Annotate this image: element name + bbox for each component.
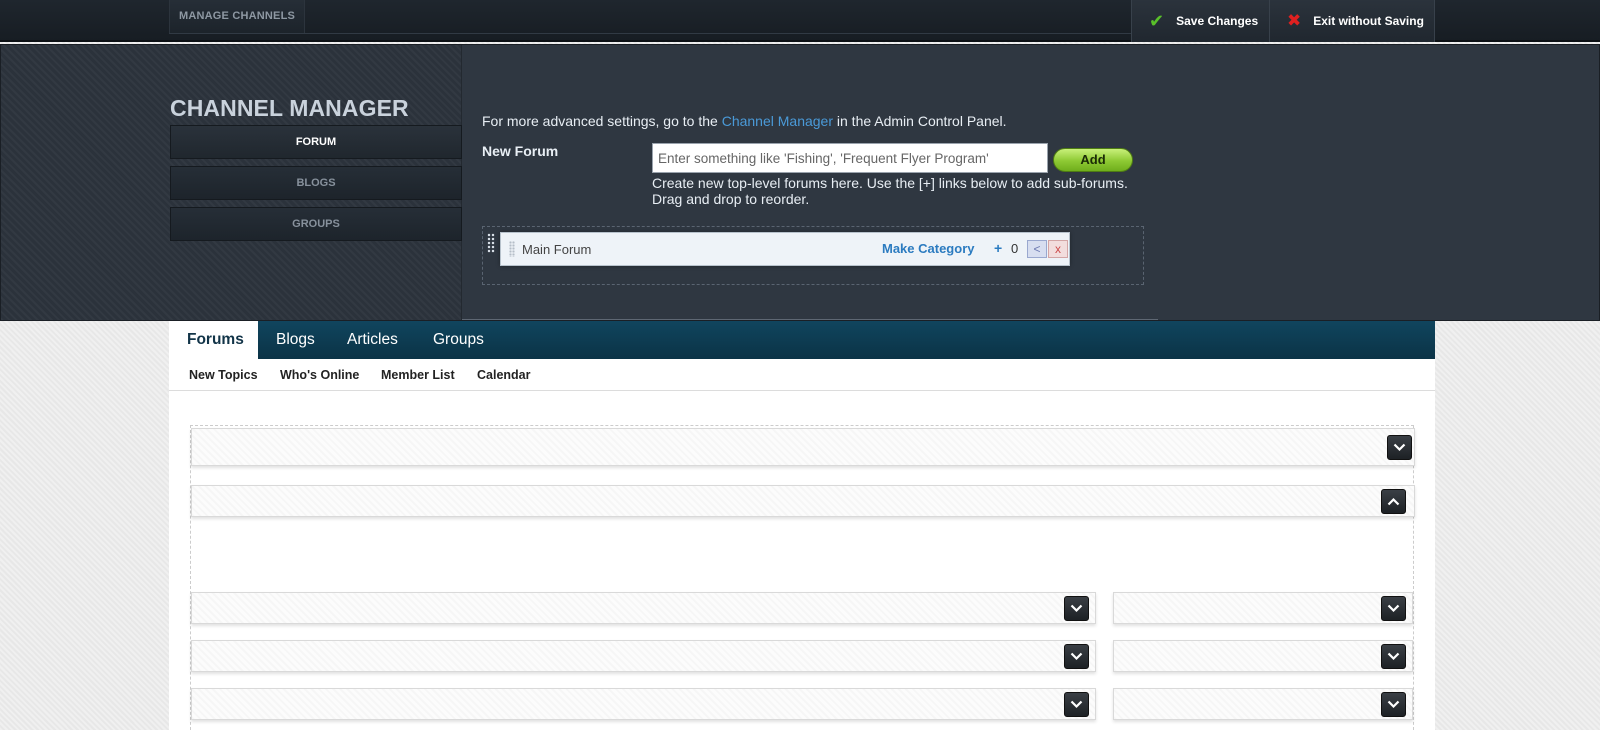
channel-manager-link[interactable]: Channel Manager: [722, 113, 833, 129]
help-text-line-2: Drag and drop to reorder.: [652, 191, 810, 207]
chevron-up-icon[interactable]: [1381, 489, 1406, 514]
tab-articles[interactable]: Articles: [329, 321, 416, 359]
outdent-button[interactable]: <: [1027, 240, 1047, 258]
manage-channels-tab[interactable]: MANAGE CHANNELS: [169, 0, 305, 34]
tab-blogs[interactable]: Blogs: [258, 321, 333, 359]
chevron-down-icon[interactable]: [1381, 596, 1406, 621]
new-forum-help: Create new top-level forums here. Use th…: [652, 175, 1132, 207]
channel-manager-title: CHANNEL MANAGER: [170, 95, 409, 121]
tab-forums[interactable]: Forums: [169, 321, 258, 359]
forum-item-main-forum[interactable]: Main Forum Make Category + 0 < x: [500, 232, 1070, 266]
forum-drop-zone: Main Forum Make Category + 0 < x: [482, 226, 1144, 285]
add-forum-button[interactable]: Add: [1053, 148, 1133, 172]
sub-navbar: New Topics Who's Online Member List Cale…: [169, 359, 1435, 391]
content-area: [169, 391, 1435, 730]
exit-without-saving-label: Exit without Saving: [1313, 14, 1424, 28]
checkmark-icon: ✔: [1149, 10, 1165, 31]
layout-drop-area: [190, 425, 1415, 730]
widget-right-1[interactable]: [1113, 592, 1413, 624]
widget-row-full-2[interactable]: [191, 485, 1415, 517]
add-subforum-link[interactable]: +: [994, 240, 1002, 256]
advanced-settings-note: For more advanced settings, go to the Ch…: [482, 113, 1007, 129]
subnav-member-list[interactable]: Member List: [381, 368, 455, 382]
drag-handle-icon[interactable]: [487, 233, 495, 253]
sidebar-item-groups[interactable]: GROUPS: [170, 207, 462, 241]
channel-manager-panel: CHANNEL MANAGER FORUM BLOGS GROUPS For m…: [0, 44, 1600, 321]
subnav-whos-online[interactable]: Who's Online: [280, 368, 359, 382]
sidebar-item-blogs[interactable]: BLOGS: [170, 166, 462, 200]
widget-left-1[interactable]: [191, 592, 1096, 624]
subnav-new-topics[interactable]: New Topics: [189, 368, 258, 382]
delete-forum-button[interactable]: x: [1048, 240, 1068, 258]
close-icon: ✖: [1287, 11, 1302, 30]
chevron-down-icon[interactable]: [1064, 644, 1089, 669]
save-changes-label: Save Changes: [1176, 14, 1259, 28]
advanced-suffix: in the Admin Control Panel.: [833, 113, 1007, 129]
widget-left-3[interactable]: [191, 688, 1096, 720]
forum-name: Main Forum: [522, 242, 592, 257]
chevron-down-icon[interactable]: [1064, 596, 1089, 621]
new-forum-label: New Forum: [482, 143, 559, 159]
save-changes-button[interactable]: ✔ Save Changes: [1131, 0, 1269, 42]
toolbar-divider: [169, 33, 1131, 34]
help-text-line-1: Create new top-level forums here. Use th…: [652, 175, 1128, 191]
new-forum-input[interactable]: [652, 143, 1048, 173]
chevron-down-icon[interactable]: [1387, 435, 1412, 460]
panel-divider: [462, 319, 1158, 320]
widget-right-2[interactable]: [1113, 640, 1413, 672]
subforum-count: 0: [1011, 241, 1019, 256]
drag-handle-icon[interactable]: [509, 241, 515, 257]
advanced-prefix: For more advanced settings, go to the: [482, 113, 722, 129]
widget-right-3[interactable]: [1113, 688, 1413, 720]
tab-groups[interactable]: Groups: [415, 321, 502, 359]
top-toolbar: MANAGE CHANNELS ✔ Save Changes ✖ Exit wi…: [0, 0, 1600, 42]
widget-row-full-1[interactable]: [191, 428, 1415, 466]
chevron-down-icon[interactable]: [1381, 644, 1406, 669]
subnav-calendar[interactable]: Calendar: [477, 368, 531, 382]
sidebar-item-forum[interactable]: FORUM: [170, 125, 462, 159]
exit-without-saving-button[interactable]: ✖ Exit without Saving: [1269, 0, 1435, 42]
widget-left-2[interactable]: [191, 640, 1096, 672]
main-navbar: Forums Blogs Articles Groups: [169, 321, 1435, 359]
make-category-link[interactable]: Make Category: [882, 241, 974, 256]
chevron-down-icon[interactable]: [1381, 692, 1406, 717]
chevron-down-icon[interactable]: [1064, 692, 1089, 717]
